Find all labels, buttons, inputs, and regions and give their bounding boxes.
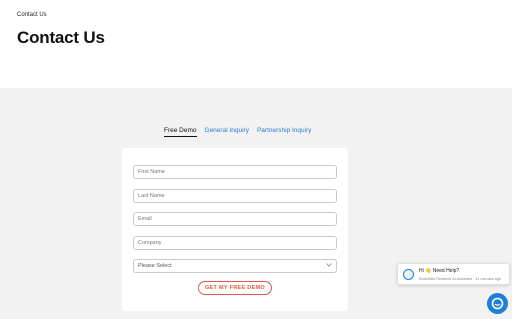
tab-general-inquiry[interactable]: General Inquiry xyxy=(205,127,249,137)
last-name-field[interactable]: Last Name xyxy=(133,189,337,203)
email-field[interactable]: Email xyxy=(133,212,337,226)
inquiry-select[interactable]: Please Select xyxy=(133,259,337,273)
select-value: Please Select xyxy=(138,263,172,269)
breadcrumb[interactable]: Contact Us xyxy=(17,12,47,18)
company-field[interactable]: Company xyxy=(133,236,337,250)
page-title: Contact Us xyxy=(17,28,105,47)
contact-tabs: Free Demo General Inquiry Partnership In… xyxy=(164,127,312,137)
chat-subtitle: Bucketlist Rewards AI Assistant · 11 min… xyxy=(419,277,502,281)
tab-free-demo[interactable]: Free Demo xyxy=(164,127,197,137)
get-free-demo-button[interactable]: GET MY FREE DEMO xyxy=(198,281,272,295)
chat-popup[interactable]: Hi 👋 Need Help? Bucketlist Rewards AI As… xyxy=(397,263,510,285)
first-name-placeholder: First Name xyxy=(138,169,165,175)
contact-form-card: First Name Last Name Email Company Pleas… xyxy=(122,148,348,311)
first-name-field[interactable]: First Name xyxy=(133,165,337,179)
chat-avatar-icon xyxy=(403,269,414,280)
page-header: Contact Us Contact Us xyxy=(0,0,512,88)
company-placeholder: Company xyxy=(138,240,162,246)
chat-title: Hi 👋 Need Help? xyxy=(419,268,460,274)
chat-launcher-icon[interactable] xyxy=(487,293,508,314)
last-name-placeholder: Last Name xyxy=(138,193,165,199)
tab-partnership-inquiry[interactable]: Partnership Inquiry xyxy=(257,127,312,137)
chevron-down-icon xyxy=(326,263,332,269)
email-placeholder: Email xyxy=(138,216,152,222)
